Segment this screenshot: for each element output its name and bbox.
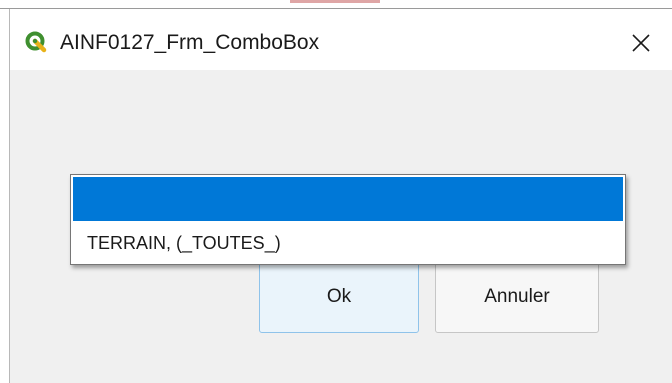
- background-window-edge: [0, 0, 672, 9]
- cancel-button[interactable]: Annuler: [435, 261, 599, 333]
- qgis-icon: [25, 31, 47, 53]
- dropdown-option-empty[interactable]: [73, 177, 623, 221]
- screen: AINF0127_Frm_ComboBox Ok Annuler TERRAIN…: [0, 0, 672, 383]
- dropdown-option-terrain[interactable]: TERRAIN, (_TOUTES_): [73, 223, 623, 263]
- background-accent: [290, 0, 380, 3]
- close-icon: [631, 33, 651, 53]
- close-button[interactable]: [618, 23, 664, 63]
- window-title: AINF0127_Frm_ComboBox: [60, 31, 320, 54]
- ok-button[interactable]: Ok: [259, 261, 419, 333]
- title-bar[interactable]: AINF0127_Frm_ComboBox: [10, 9, 672, 70]
- combobox-dropdown-list[interactable]: TERRAIN, (_TOUTES_): [70, 174, 626, 265]
